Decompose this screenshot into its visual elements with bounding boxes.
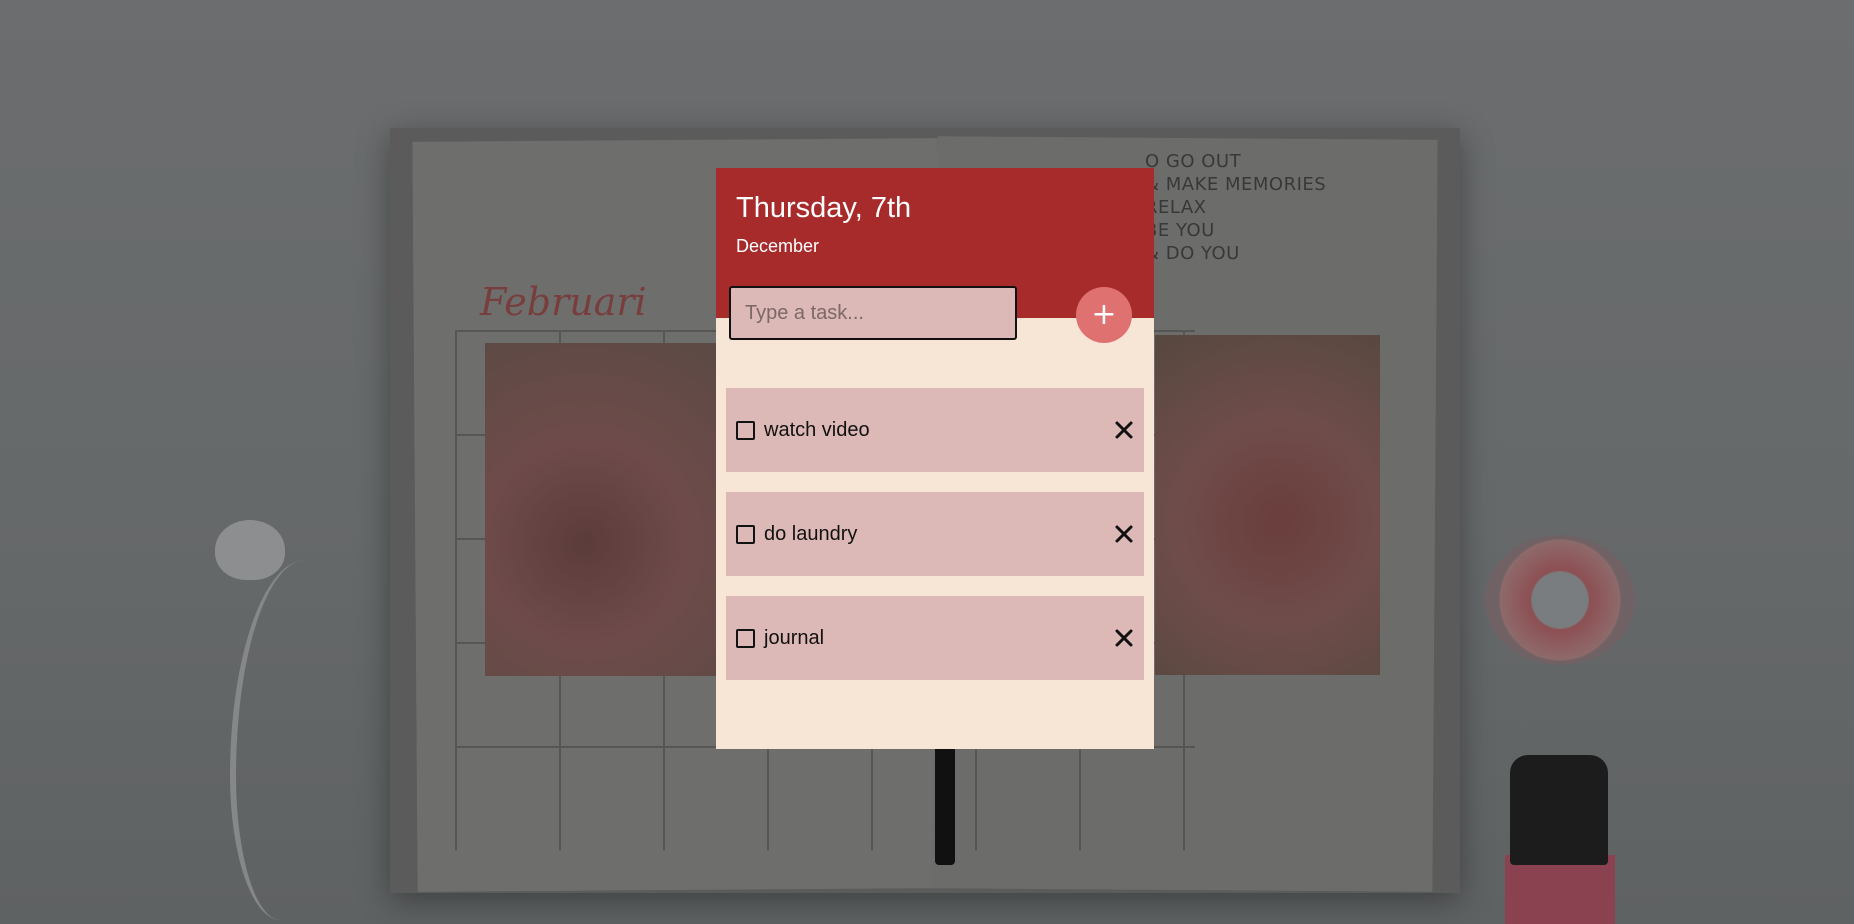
washi-tape — [1485, 535, 1635, 665]
task-item: do laundry — [726, 492, 1144, 576]
pen — [935, 740, 955, 865]
close-icon[interactable] — [1114, 628, 1134, 648]
task-item: watch video — [726, 388, 1144, 472]
add-task-button[interactable]: + — [1076, 287, 1132, 343]
close-icon[interactable] — [1114, 420, 1134, 440]
checkbox-empty-icon[interactable] — [736, 628, 755, 648]
plus-icon: + — [1091, 297, 1117, 332]
flower-photo-right — [1155, 335, 1380, 675]
task-label: do laundry — [764, 522, 858, 545]
task-list: watch video do laundry journal — [726, 388, 1144, 700]
journal-heading: Februari — [480, 280, 647, 324]
checkbox-empty-icon[interactable] — [736, 524, 755, 544]
journal-notes: O GO OUT & MAKE MEMORIES RELAX BE YOU & … — [1145, 151, 1327, 264]
task-input[interactable] — [729, 286, 1017, 340]
checkbox-empty-icon[interactable] — [736, 420, 755, 440]
marker-cap — [1510, 755, 1608, 865]
todo-card: Thursday, 7th December + watch video do … — [716, 168, 1154, 749]
flower-photo-left — [485, 343, 735, 676]
marker-body — [1505, 855, 1615, 924]
close-icon[interactable] — [1114, 524, 1134, 544]
task-label: journal — [764, 626, 825, 649]
earphone-cord — [230, 560, 356, 920]
date-title: Thursday, 7th — [736, 192, 912, 224]
task-item: journal — [726, 596, 1144, 680]
task-label: watch video — [764, 418, 870, 441]
month-label: December — [736, 236, 820, 256]
earphone — [215, 520, 285, 580]
